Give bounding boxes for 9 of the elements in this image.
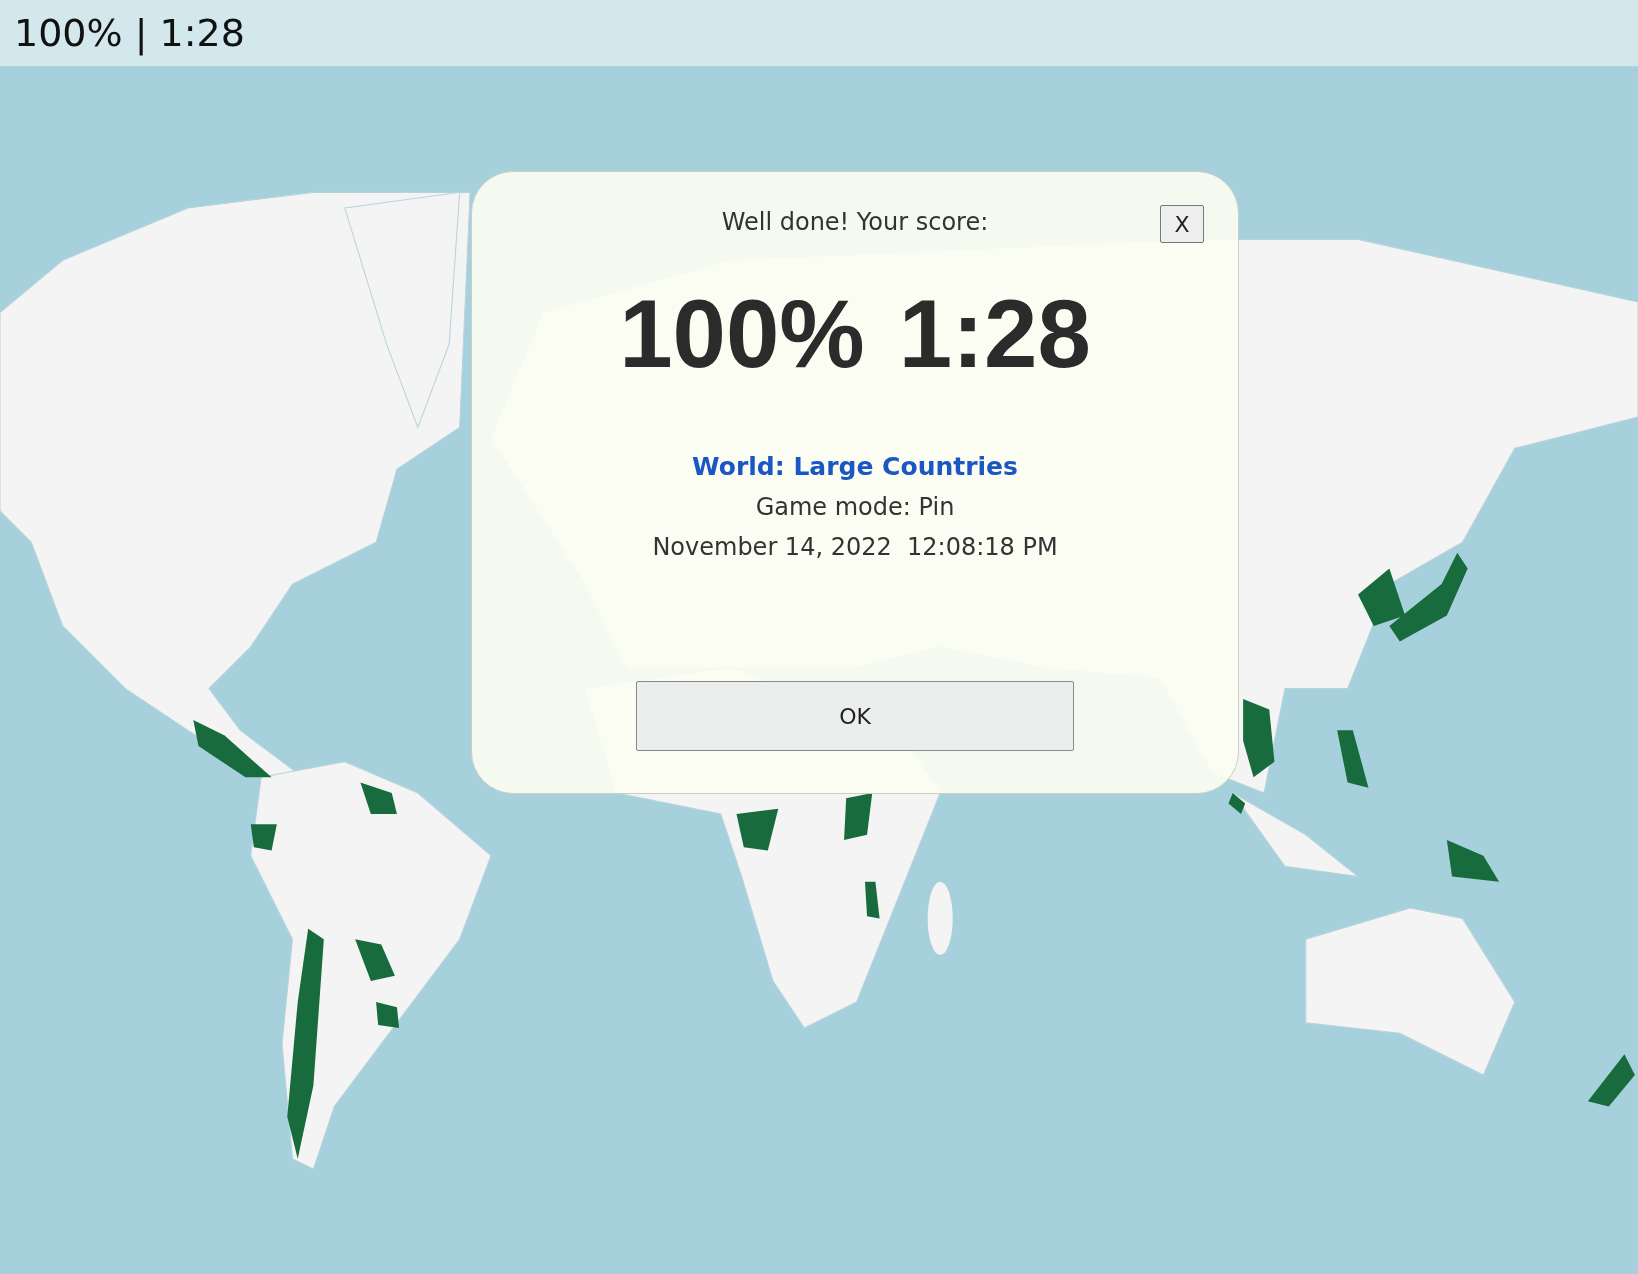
quiz-link[interactable]: World: Large Countries bbox=[692, 452, 1018, 482]
dialog-heading: Well done! Your score: bbox=[721, 208, 989, 237]
close-button[interactable]: X bbox=[1160, 205, 1204, 244]
ok-button[interactable]: OK bbox=[636, 681, 1074, 752]
score-time-text: 100% | 1:28 bbox=[14, 11, 245, 56]
game-mode-text: Game mode: Pin bbox=[755, 493, 955, 522]
score-percent: 100% bbox=[619, 286, 865, 383]
date-text: November 14, 2022 12:08:18 PM bbox=[652, 533, 1058, 562]
score-time: 1:28 bbox=[898, 286, 1091, 383]
